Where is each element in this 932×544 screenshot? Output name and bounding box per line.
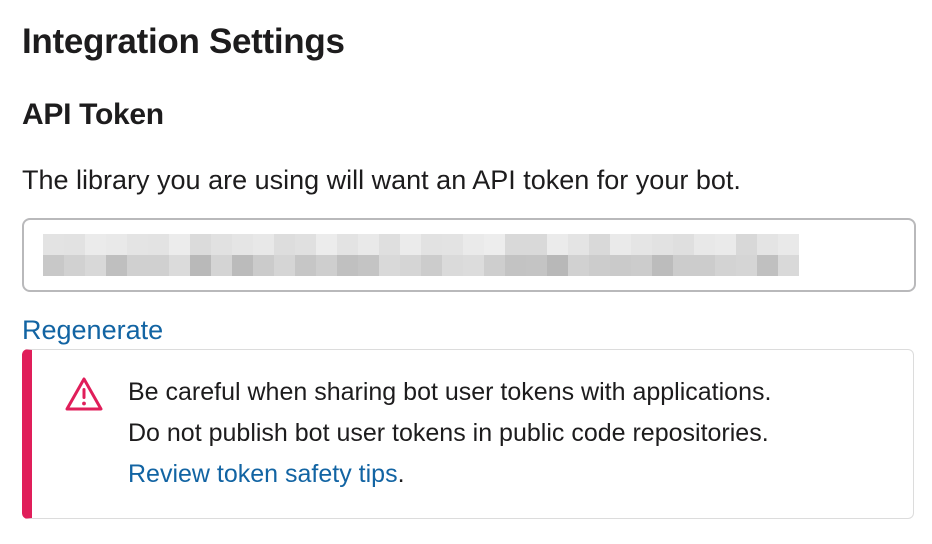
warning-link-suffix: . xyxy=(397,460,405,488)
blur-cell xyxy=(400,255,421,276)
blur-cell xyxy=(778,255,799,276)
blur-cell xyxy=(631,255,652,276)
blur-cell xyxy=(505,234,526,255)
blur-cell xyxy=(505,255,526,276)
blur-cell xyxy=(358,255,379,276)
blur-cell xyxy=(757,234,778,255)
blur-cell xyxy=(463,255,484,276)
blur-cell xyxy=(673,234,694,255)
blur-cell xyxy=(484,255,505,276)
blur-cell xyxy=(442,255,463,276)
page-title: Integration Settings xyxy=(22,22,345,61)
blur-cell xyxy=(379,255,400,276)
blur-cell xyxy=(610,255,631,276)
blur-cell xyxy=(526,234,547,255)
blur-cell xyxy=(106,234,127,255)
token-safety-tips-link[interactable]: Review token safety tips xyxy=(128,460,398,488)
blur-cell xyxy=(421,255,442,276)
warning-line-1: Be careful when sharing bot user tokens … xyxy=(128,378,772,406)
warning-line-3: Review token safety tips. xyxy=(128,454,771,495)
blur-cell xyxy=(778,234,799,255)
blur-cell xyxy=(589,255,610,276)
blur-cell xyxy=(715,234,736,255)
blur-cell xyxy=(253,234,274,255)
blur-cell xyxy=(85,234,106,255)
blur-cell xyxy=(442,234,463,255)
blur-cell xyxy=(316,255,337,276)
blur-cell xyxy=(652,255,673,276)
blur-cell xyxy=(190,255,211,276)
blur-cell xyxy=(337,255,358,276)
blur-cell xyxy=(85,255,106,276)
blur-cell xyxy=(127,255,148,276)
blur-cell xyxy=(694,234,715,255)
blur-cell xyxy=(64,255,85,276)
blur-cell xyxy=(274,255,295,276)
blur-cell xyxy=(547,255,568,276)
warning-triangle-icon xyxy=(65,377,103,411)
blur-cell xyxy=(568,255,589,276)
blur-cell xyxy=(211,255,232,276)
blur-cell xyxy=(694,255,715,276)
warning-line-2: Do not publish bot user tokens in public… xyxy=(128,419,769,447)
api-token-description: The library you are using will want an A… xyxy=(22,165,741,195)
blur-cell xyxy=(127,234,148,255)
blur-cell xyxy=(148,234,169,255)
blur-cell xyxy=(169,234,190,255)
blur-cell xyxy=(673,255,694,276)
blur-cell xyxy=(43,255,64,276)
blur-cell xyxy=(316,234,337,255)
blur-cell xyxy=(526,255,547,276)
blur-cell xyxy=(715,255,736,276)
blur-cell xyxy=(610,234,631,255)
blur-cell xyxy=(547,234,568,255)
blur-cell xyxy=(190,234,211,255)
api-token-field[interactable] xyxy=(22,218,916,292)
blur-cell xyxy=(652,234,673,255)
blur-cell xyxy=(736,234,757,255)
blur-cell xyxy=(295,234,316,255)
blur-cell xyxy=(211,234,232,255)
blur-cell xyxy=(232,234,253,255)
blur-cell xyxy=(274,234,295,255)
blur-cell xyxy=(295,255,316,276)
regenerate-link[interactable]: Regenerate xyxy=(22,310,163,350)
warning-text: Be careful when sharing bot user tokens … xyxy=(128,372,771,495)
blur-cell xyxy=(148,255,169,276)
blur-cell xyxy=(64,234,85,255)
redacted-token-blur xyxy=(43,234,799,276)
blur-cell xyxy=(568,234,589,255)
blur-cell xyxy=(736,255,757,276)
blur-cell xyxy=(232,255,253,276)
blur-cell xyxy=(484,234,505,255)
blur-cell xyxy=(169,255,190,276)
blur-cell xyxy=(463,234,484,255)
blur-cell xyxy=(421,234,442,255)
blur-cell xyxy=(379,234,400,255)
blur-cell xyxy=(631,234,652,255)
section-title-api-token: API Token xyxy=(22,98,164,131)
blur-cell xyxy=(589,234,610,255)
blur-cell xyxy=(358,234,379,255)
blur-cell xyxy=(400,234,421,255)
blur-cell xyxy=(253,255,274,276)
blur-cell xyxy=(106,255,127,276)
blur-cell xyxy=(757,255,778,276)
blur-cell xyxy=(337,234,358,255)
blur-cell xyxy=(43,234,64,255)
warning-box: Be careful when sharing bot user tokens … xyxy=(22,349,914,519)
